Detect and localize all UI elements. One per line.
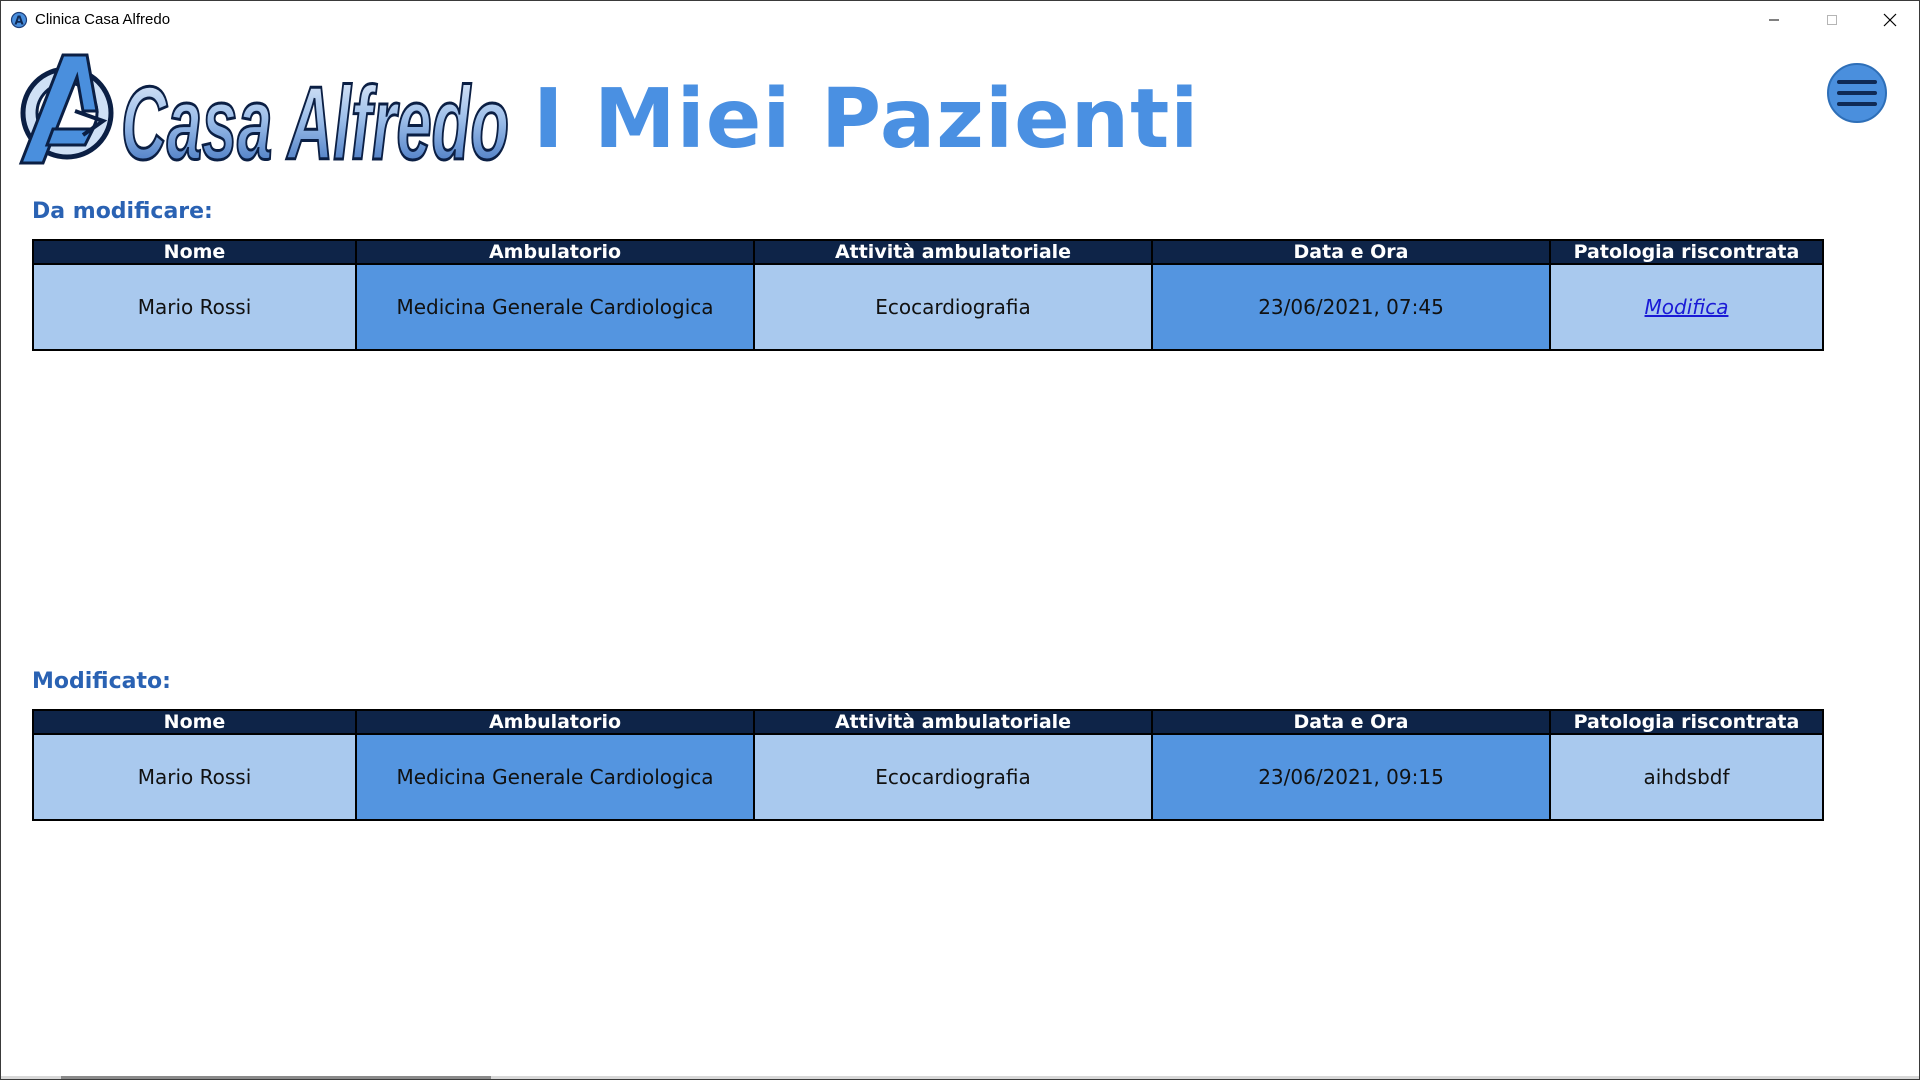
- hamburger-menu-icon: [1837, 80, 1877, 84]
- app-window: A Clinica Casa Alfredo Casa Alfredo I Mi…: [0, 0, 1920, 1080]
- close-icon: [1883, 13, 1897, 27]
- minimize-button[interactable]: [1745, 1, 1803, 39]
- maximize-icon: [1827, 15, 1837, 25]
- column-header-attivita: Attività ambulatoriale: [753, 239, 1153, 265]
- column-header-nome: Nome: [32, 709, 357, 735]
- hamburger-menu-icon: [1837, 102, 1877, 106]
- cell-patologia: Modifica: [1549, 263, 1824, 351]
- to-modify-table: Nome Ambulatorio Attività ambulatoriale …: [32, 239, 1824, 351]
- app-logo-icon: A: [10, 11, 28, 29]
- modifica-link[interactable]: Modifica: [1645, 295, 1729, 319]
- table-header-row: Nome Ambulatorio Attività ambulatoriale …: [32, 709, 1824, 735]
- table-row: Mario Rossi Medicina Generale Cardiologi…: [32, 733, 1824, 821]
- hamburger-menu-icon: [1837, 91, 1877, 95]
- bottom-scrollbar[interactable]: [1, 1076, 1919, 1079]
- scrollbar-thumb[interactable]: [61, 1076, 491, 1079]
- logo-text: Casa Alfredo: [121, 66, 509, 169]
- cell-ambulatorio: Medicina Generale Cardiologica: [355, 733, 755, 821]
- minimize-icon: [1769, 19, 1779, 21]
- cell-attivita: Ecocardiografia: [753, 733, 1153, 821]
- column-header-patologia: Patologia riscontrata: [1549, 239, 1824, 265]
- cell-data-ora: 23/06/2021, 07:45: [1151, 263, 1551, 351]
- cell-patologia: aihdsbdf: [1549, 733, 1824, 821]
- close-button[interactable]: [1861, 1, 1919, 39]
- column-header-data-ora: Data e Ora: [1151, 709, 1551, 735]
- logo-emblem-icon: [18, 53, 114, 165]
- maximize-button[interactable]: [1803, 1, 1861, 39]
- column-header-ambulatorio: Ambulatorio: [355, 709, 755, 735]
- column-header-attivita: Attività ambulatoriale: [753, 709, 1153, 735]
- cell-data-ora: 23/06/2021, 09:15: [1151, 733, 1551, 821]
- column-header-ambulatorio: Ambulatorio: [355, 239, 755, 265]
- svg-text:A: A: [14, 14, 24, 28]
- window-title: Clinica Casa Alfredo: [35, 11, 171, 28]
- section-heading-to-modify: Da modificare:: [32, 199, 213, 224]
- column-header-data-ora: Data e Ora: [1151, 239, 1551, 265]
- menu-button[interactable]: [1827, 63, 1887, 123]
- table-row: Mario Rossi Medicina Generale Cardiologi…: [32, 263, 1824, 351]
- column-header-nome: Nome: [32, 239, 357, 265]
- cell-attivita: Ecocardiografia: [753, 263, 1153, 351]
- section-heading-modified: Modificato:: [32, 669, 171, 694]
- clinic-logo: Casa Alfredo: [18, 53, 511, 169]
- table-header-row: Nome Ambulatorio Attività ambulatoriale …: [32, 239, 1824, 265]
- title-bar: A Clinica Casa Alfredo: [1, 1, 1919, 39]
- cell-ambulatorio: Medicina Generale Cardiologica: [355, 263, 755, 351]
- modified-table: Nome Ambulatorio Attività ambulatoriale …: [32, 709, 1824, 821]
- page-title: I Miei Pazienti: [533, 72, 1200, 167]
- cell-nome: Mario Rossi: [32, 733, 357, 821]
- column-header-patologia: Patologia riscontrata: [1549, 709, 1824, 735]
- cell-nome: Mario Rossi: [32, 263, 357, 351]
